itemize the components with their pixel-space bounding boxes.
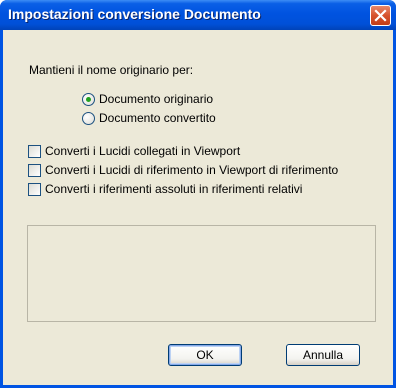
radio-converted-document[interactable]: Documento convertito	[82, 111, 216, 125]
keep-name-label: Mantieni il nome originario per:	[29, 63, 194, 77]
close-button[interactable]	[370, 5, 391, 26]
checkbox[interactable]	[28, 144, 41, 158]
title-bar[interactable]: Impostazioni conversione Documento	[0, 0, 396, 30]
checkbox-label: Converti i Lucidi di riferimento in View…	[45, 163, 339, 177]
checkbox-label: Converti i Lucidi collegati in Viewport	[45, 144, 241, 158]
radio-label: Documento convertito	[99, 111, 216, 125]
radio-selected-dot	[86, 96, 91, 102]
ok-button[interactable]: OK	[168, 344, 242, 366]
info-panel	[27, 225, 376, 322]
radio-button[interactable]	[82, 111, 95, 125]
checkbox[interactable]	[28, 163, 41, 177]
radio-label: Documento originario	[99, 92, 214, 106]
checkbox-convert-reference-layers[interactable]: Converti i Lucidi di riferimento in View…	[28, 163, 338, 177]
dialog-window: Impostazioni conversione Documento Manti…	[0, 0, 396, 388]
radio-original-document[interactable]: Documento originario	[82, 92, 213, 106]
dialog-body: Mantieni il nome originario per: Documen…	[3, 30, 393, 385]
checkbox[interactable]	[28, 182, 41, 196]
checkbox-convert-absolute-references[interactable]: Converti i riferimenti assoluti in rifer…	[28, 182, 302, 196]
cancel-button[interactable]: Annulla	[286, 344, 360, 366]
checkbox-convert-linked-layers[interactable]: Converti i Lucidi collegati in Viewport	[28, 144, 240, 158]
window-title: Impostazioni conversione Documento	[8, 6, 261, 22]
checkbox-label: Converti i riferimenti assoluti in rifer…	[45, 182, 303, 196]
radio-button[interactable]	[82, 92, 95, 106]
